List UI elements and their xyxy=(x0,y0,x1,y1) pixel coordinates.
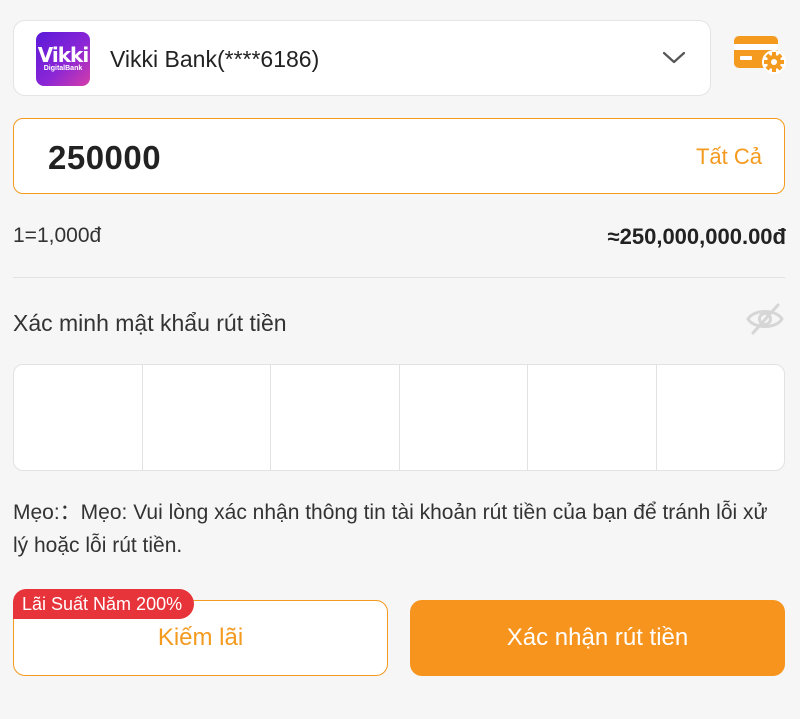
password-pin-input[interactable] xyxy=(13,364,785,471)
divider xyxy=(13,277,785,278)
amount-input[interactable]: 250000 Tất Cả xyxy=(13,118,785,194)
bank-account-label: Vikki Bank(****6186) xyxy=(110,46,320,72)
confirm-withdraw-button[interactable]: Xác nhận rút tiền xyxy=(410,600,785,676)
bank-logo: Vikki DigitalBank xyxy=(36,32,90,86)
all-amount-button[interactable]: Tất Cả xyxy=(696,144,762,170)
tip-text: Mẹo:：Mẹo: Vui lòng xác nhận thông tin tà… xyxy=(13,501,768,557)
pin-cell[interactable] xyxy=(657,365,785,470)
confirm-withdraw-label: Xác nhận rút tiền xyxy=(506,624,689,651)
bank-logo-text: Vikki xyxy=(37,43,89,67)
pin-cell[interactable] xyxy=(528,365,657,470)
pin-cell[interactable] xyxy=(400,365,528,470)
pin-cell[interactable] xyxy=(143,365,271,470)
bank-logo-subtext: DigitalBank xyxy=(43,65,83,72)
pin-cell[interactable] xyxy=(14,365,143,470)
card-settings-icon[interactable] xyxy=(733,35,787,75)
password-label: Xác minh mật khẩu rút tiền xyxy=(13,310,287,336)
eye-hidden-icon[interactable] xyxy=(745,302,785,336)
interest-rate-badge: Lãi Suất Năm 200% xyxy=(13,589,195,619)
exchange-rate: 1=1,000đ xyxy=(13,224,102,247)
chevron-down-icon[interactable] xyxy=(661,47,687,67)
earn-interest-label: Kiếm lãi xyxy=(157,624,244,651)
pin-cell[interactable] xyxy=(271,365,400,470)
bank-account-selector[interactable]: Vikki DigitalBank Vikki Bank(****6186) xyxy=(13,20,711,96)
amount-value[interactable]: 250000 xyxy=(48,139,161,177)
converted-amount: ≈250,000,000.00đ xyxy=(607,224,786,249)
